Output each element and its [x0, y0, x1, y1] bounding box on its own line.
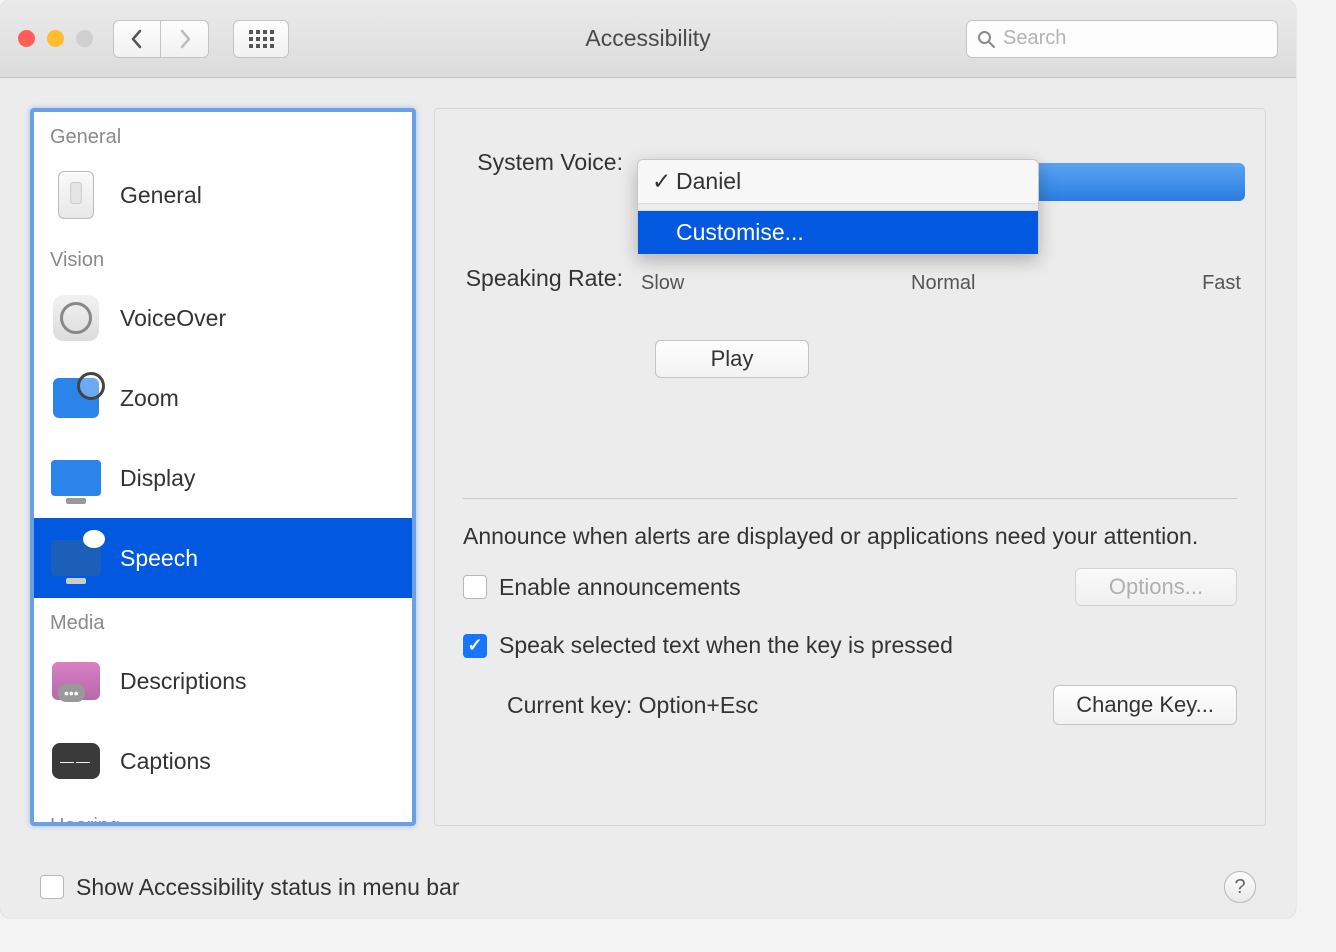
show-status-row: Show Accessibility status in menu bar [40, 874, 460, 901]
sidebar-item-label: Descriptions [120, 668, 247, 695]
window-title: Accessibility [585, 25, 710, 52]
enable-announcements-label: Enable announcements [499, 574, 741, 601]
main-panel: System Voice: ✓ Daniel Customise... [434, 108, 1266, 826]
sidebar-item-speech[interactable]: Speech [34, 518, 412, 598]
voice-menu-item-customise[interactable]: Customise... [638, 211, 1038, 254]
bottom-bar: Show Accessibility status in menu bar ? [0, 856, 1296, 918]
show-status-checkbox[interactable] [40, 875, 64, 899]
descriptions-icon [50, 655, 102, 707]
voice-popup-menu[interactable]: ✓ Daniel Customise... [637, 159, 1039, 255]
search-icon [977, 30, 995, 48]
system-voice-row: System Voice: ✓ Daniel Customise... [455, 149, 1245, 176]
play-button[interactable]: Play [655, 340, 809, 378]
sidebar-item-zoom[interactable]: Zoom [34, 358, 412, 438]
close-button[interactable] [18, 30, 35, 47]
sidebar-item-captions[interactable]: Captions [34, 721, 412, 801]
content-area: General General Vision VoiceOver Zoom Di… [0, 78, 1296, 856]
section-header-general: General [34, 112, 412, 155]
speech-icon [50, 532, 102, 584]
speak-selected-checkbox[interactable] [463, 634, 487, 658]
display-icon [50, 452, 102, 504]
help-button[interactable]: ? [1224, 871, 1256, 903]
current-key-label: Current key: Option+Esc [507, 692, 758, 719]
sidebar-item-descriptions[interactable]: Descriptions [34, 641, 412, 721]
sidebar-item-label: General [120, 182, 202, 209]
minimize-button[interactable] [47, 30, 64, 47]
accessibility-window: Accessibility General General Vision Voi… [0, 0, 1296, 918]
section-header-vision: Vision [34, 235, 412, 278]
section-header-media: Media [34, 598, 412, 641]
change-key-button[interactable]: Change Key... [1053, 685, 1237, 725]
sidebar-item-display[interactable]: Display [34, 438, 412, 518]
grid-icon [249, 30, 274, 48]
maximize-button [76, 30, 93, 47]
rate-slider[interactable]: Slow Normal Fast [637, 248, 1245, 308]
checkmark-icon: ✓ [652, 168, 676, 195]
sidebar-item-label: Display [120, 465, 195, 492]
rate-tick-labels: Slow Normal Fast [637, 272, 1245, 295]
zoom-icon [50, 372, 102, 424]
rate-tick-normal: Normal [911, 272, 975, 295]
search-field[interactable] [966, 20, 1278, 58]
nav-group [113, 20, 209, 58]
sidebar[interactable]: General General Vision VoiceOver Zoom Di… [30, 108, 416, 826]
menu-item-label: Daniel [676, 168, 741, 195]
sidebar-item-general[interactable]: General [34, 155, 412, 235]
current-key-row: Current key: Option+Esc Change Key... [463, 685, 1237, 725]
sidebar-item-label: Speech [120, 545, 198, 572]
section-header-hearing: Hearing [34, 801, 412, 826]
traffic-lights [18, 30, 93, 47]
speaking-rate-row: Speaking Rate: Slow Normal Fast [455, 248, 1245, 308]
system-voice-label: System Voice: [455, 149, 637, 176]
titlebar: Accessibility [0, 0, 1296, 78]
general-icon [50, 169, 102, 221]
options-button: Options... [1075, 568, 1237, 606]
sidebar-item-label: VoiceOver [120, 305, 226, 332]
show-status-label: Show Accessibility status in menu bar [76, 874, 460, 901]
forward-button [161, 20, 209, 58]
enable-announcements-row: Enable announcements Options... [463, 568, 1237, 606]
enable-announcements-checkbox[interactable] [463, 575, 487, 599]
show-all-button[interactable] [233, 20, 289, 58]
sidebar-item-label: Zoom [120, 385, 179, 412]
rate-tick-slow: Slow [641, 272, 684, 295]
speak-selected-row: Speak selected text when the key is pres… [463, 632, 1237, 659]
voice-menu-item-daniel[interactable]: ✓ Daniel [638, 160, 1038, 203]
speak-selected-label: Speak selected text when the key is pres… [499, 632, 953, 659]
divider [463, 498, 1237, 499]
sidebar-item-label: Captions [120, 748, 211, 775]
announce-description: Announce when alerts are displayed or ap… [463, 521, 1237, 552]
menu-divider [638, 203, 1038, 211]
voiceover-icon [50, 292, 102, 344]
search-input[interactable] [1003, 27, 1267, 50]
rate-tick-fast: Fast [1202, 272, 1241, 295]
back-button[interactable] [113, 20, 161, 58]
speaking-rate-label: Speaking Rate: [455, 265, 637, 292]
menu-item-label: Customise... [676, 219, 804, 246]
captions-icon [50, 735, 102, 787]
sidebar-item-voiceover[interactable]: VoiceOver [34, 278, 412, 358]
